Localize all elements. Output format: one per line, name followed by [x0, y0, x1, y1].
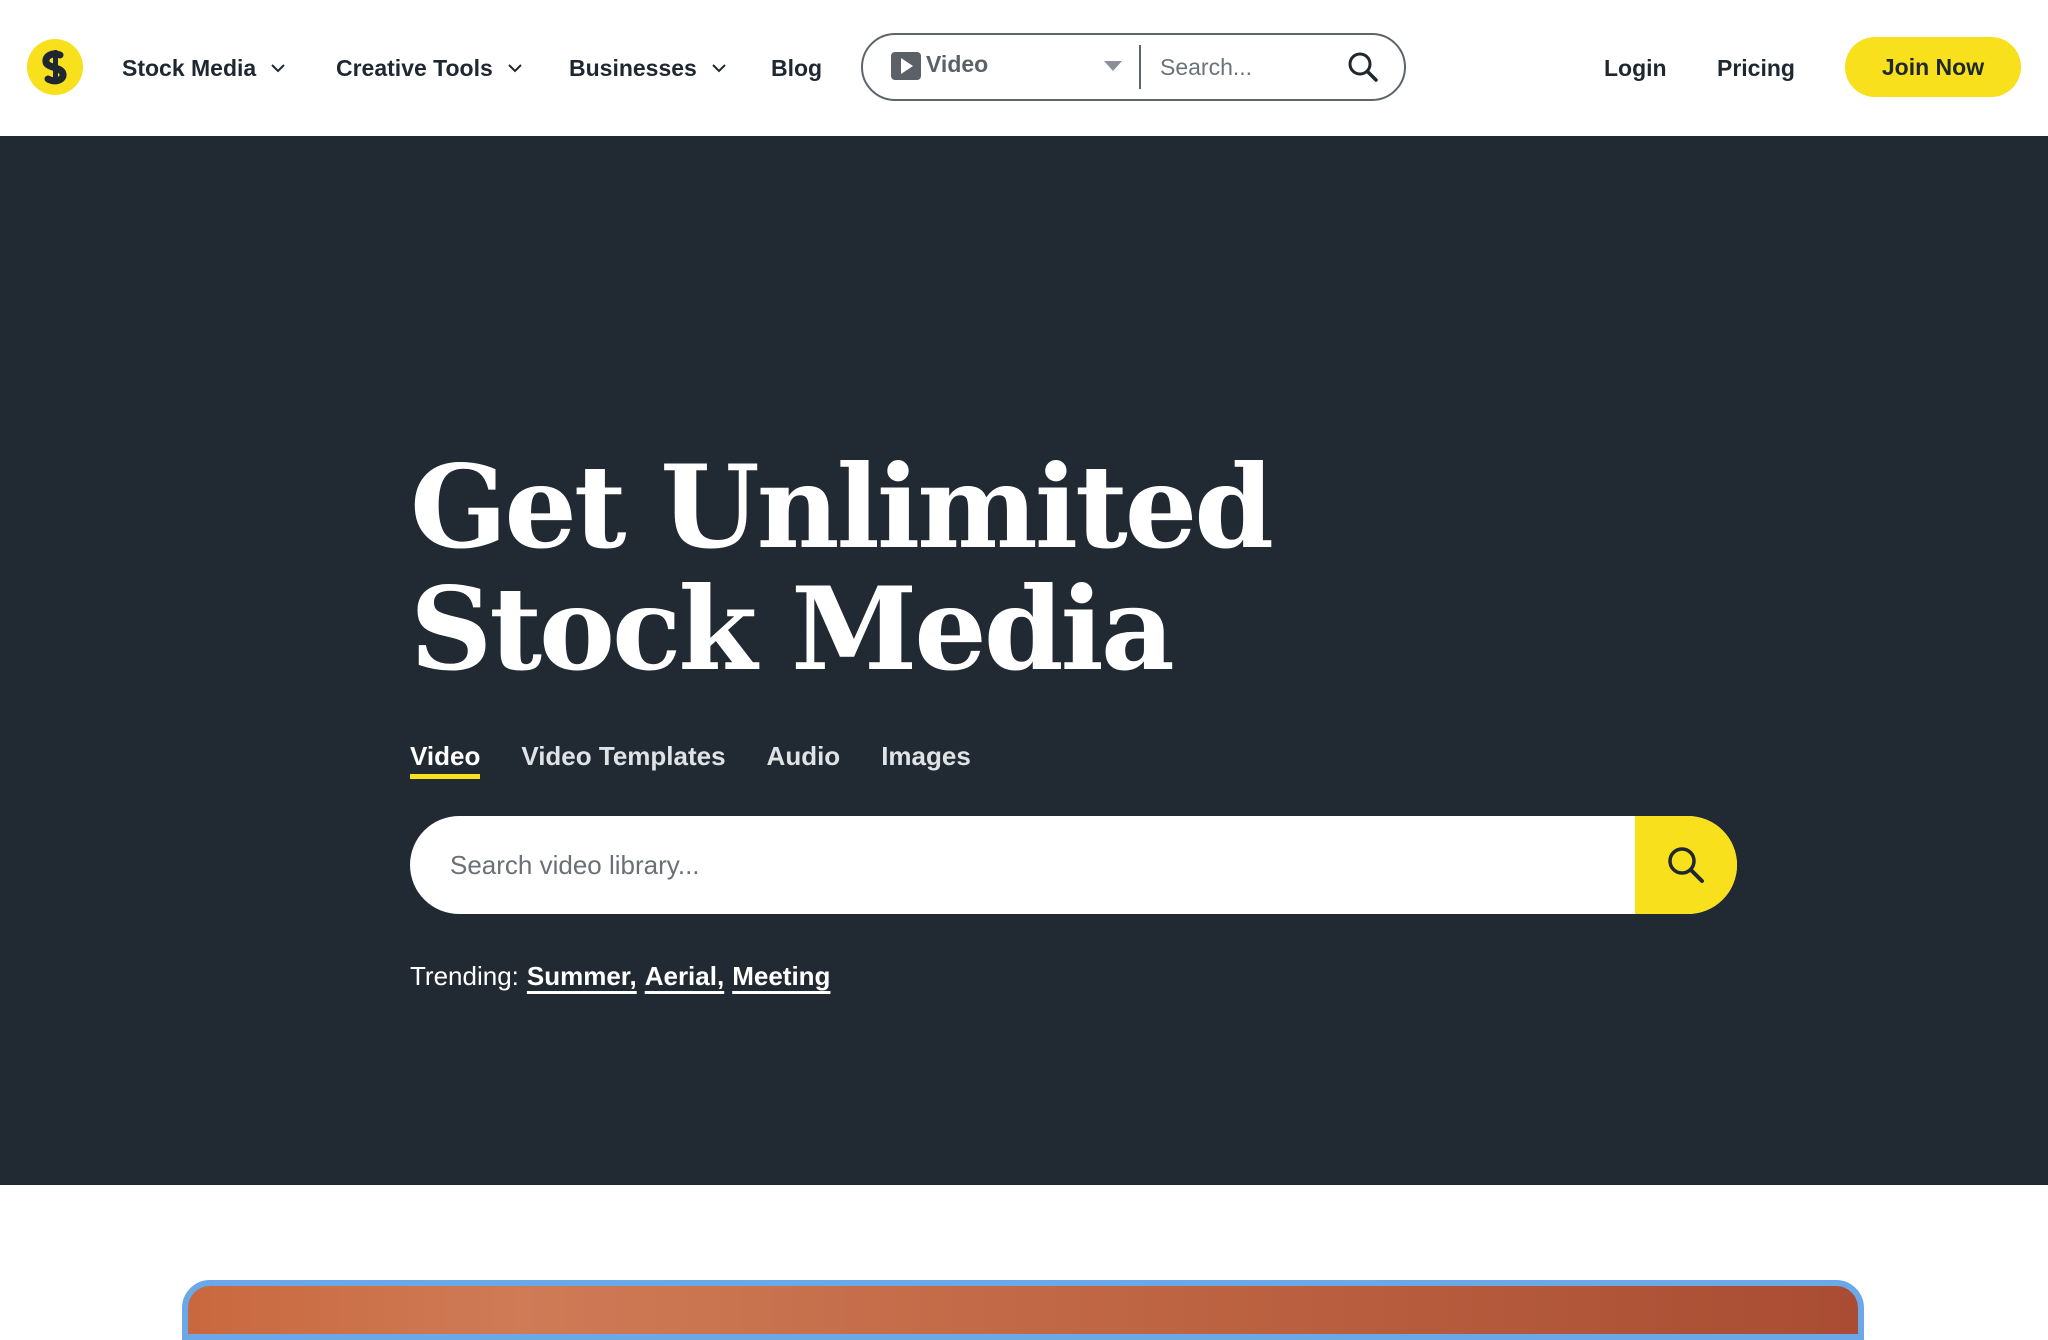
nav-stock-media-label: Stock Media [122, 54, 257, 81]
login-label: Login [1604, 54, 1667, 81]
trending-row: Trending: Summer, Aerial, Meeting [410, 961, 830, 992]
tab-audio[interactable]: Audio [767, 739, 841, 787]
nav-creative-tools-label: Creative Tools [336, 54, 493, 81]
featured-media-preview[interactable] [182, 1280, 1864, 1340]
media-type-label: Video [926, 51, 989, 77]
login-link[interactable]: Login [1604, 48, 1667, 88]
hero-title-line-2: Stock Media [410, 562, 1175, 696]
play-icon [891, 52, 921, 80]
media-tabs: Video Video Templates Audio Images [410, 739, 971, 787]
trending-label: Trending: [410, 961, 519, 991]
nav-businesses-label: Businesses [569, 54, 697, 81]
trending-link-summer[interactable]: Summer, [527, 961, 637, 992]
search-icon[interactable] [1347, 51, 1379, 83]
pricing-label: Pricing [1717, 54, 1795, 81]
search-divider [1139, 45, 1141, 89]
nav-blog[interactable]: Blog [771, 48, 822, 88]
tab-video[interactable]: Video [410, 739, 481, 779]
nav-stock-media[interactable]: Stock Media [122, 48, 286, 88]
chevron-down-icon [712, 64, 726, 73]
header-search: Video [861, 33, 1406, 101]
tab-video-templates[interactable]: Video Templates [521, 739, 725, 787]
logo[interactable] [27, 39, 83, 95]
hero-search-input[interactable] [450, 841, 1610, 889]
nav-blog-label: Blog [771, 54, 823, 81]
hero-title: Get Unlimited Stock Media [410, 446, 1410, 690]
search-icon [1668, 847, 1704, 883]
storyblocks-logo-icon [42, 50, 67, 85]
caret-down-icon [1104, 61, 1122, 71]
trending-link-meeting[interactable]: Meeting [732, 961, 830, 992]
header-search-input[interactable] [1160, 47, 1340, 87]
nav-creative-tools[interactable]: Creative Tools [336, 48, 523, 88]
chevron-down-icon [508, 64, 522, 73]
hero-search-button[interactable] [1635, 816, 1737, 914]
join-now-button[interactable]: Join Now [1845, 37, 2021, 97]
media-type-select[interactable]: Video [863, 35, 1139, 99]
trending-link-aerial[interactable]: Aerial, [645, 961, 725, 992]
chevron-down-icon [271, 64, 285, 73]
hero-title-line-1: Get Unlimited [410, 440, 1274, 574]
hero-search-bar [410, 816, 1737, 914]
pricing-link[interactable]: Pricing [1717, 48, 1795, 88]
tab-images[interactable]: Images [881, 739, 971, 787]
hero-section: Get Unlimited Stock Media Video Video Te… [0, 136, 2048, 1185]
nav-businesses[interactable]: Businesses [569, 48, 727, 88]
site-header: Stock Media Creative Tools Businesses Bl… [0, 0, 2048, 136]
